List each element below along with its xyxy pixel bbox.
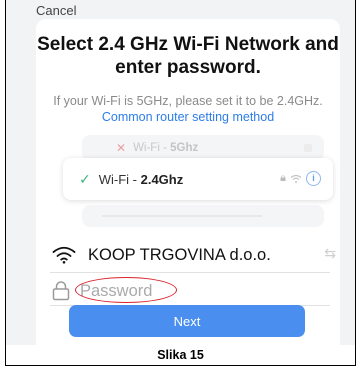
phone-screen: Cancel Select 2.4 GHz Wi-Fi Network and … <box>6 0 355 345</box>
swap-network-icon[interactable]: ⇆ <box>324 245 336 262</box>
figure-caption: Slika 15 <box>157 348 204 362</box>
divider <box>50 272 330 273</box>
placeholder-line <box>102 215 262 217</box>
network-2-4ghz-label: Wi-Fi - 2.4Ghz <box>98 172 184 187</box>
router-setting-link[interactable]: Common router setting method <box>102 110 274 124</box>
wifi-ssid-row[interactable]: KOOP TRGOVINA d.o.o. ⇆ <box>48 242 338 268</box>
password-row <box>50 277 330 305</box>
placeholder-box <box>304 144 312 152</box>
check-icon: ✓ <box>79 171 91 187</box>
wifi-ssid-value: KOOP TRGOVINA d.o.o. <box>88 245 271 264</box>
cancel-button[interactable]: Cancel <box>36 3 76 18</box>
next-button[interactable]: Next <box>69 305 305 337</box>
password-input[interactable] <box>80 279 200 303</box>
page-title: Select 2.4 GHz Wi-Fi Network and enter p… <box>37 34 339 78</box>
info-icon: i <box>306 171 321 186</box>
instructions-body: If your Wi-Fi is 5GHz, please set it to … <box>53 94 323 108</box>
wifi-icon <box>290 174 302 183</box>
cross-icon: ✕ <box>116 141 127 155</box>
figure-frame: Cancel Select 2.4 GHz Wi-Fi Network and … <box>5 0 356 366</box>
wifi-icon <box>52 246 76 264</box>
lock-icon: 🔒︎ <box>280 172 286 184</box>
network-5ghz-label: Wi-Fi - 5Ghz <box>133 142 199 154</box>
lock-icon <box>52 281 70 301</box>
network-status-icons: 🔒︎ i <box>280 171 321 186</box>
instructions-text: If your Wi-Fi is 5GHz, please set it to … <box>38 93 338 125</box>
illustration-card-2-4ghz: ✓ Wi-Fi - 2.4Ghz 🔒︎ i <box>63 158 333 200</box>
wifi-setup-sheet: Select 2.4 GHz Wi-Fi Network and enter p… <box>36 19 340 345</box>
illustration-card-empty <box>82 205 324 227</box>
